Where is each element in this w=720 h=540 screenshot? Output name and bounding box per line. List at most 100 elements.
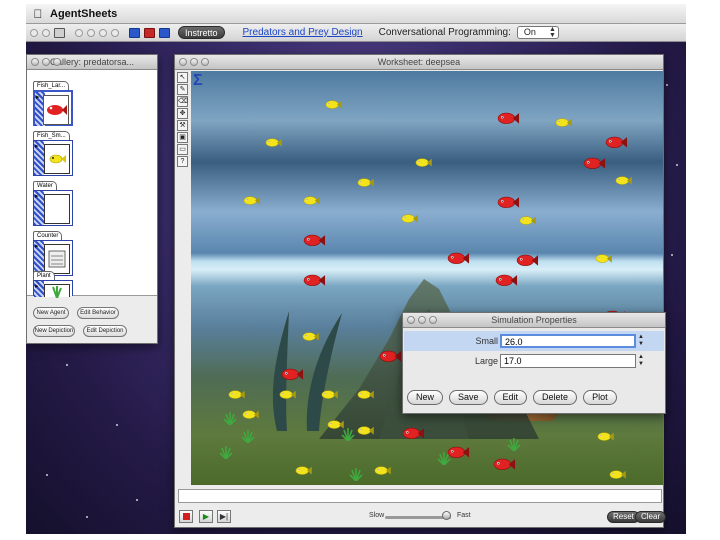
property-row-large[interactable]: Large 17.0 ▲ ▼ <box>404 351 664 371</box>
zoom-icon[interactable] <box>201 58 209 66</box>
agent-depiction[interactable]: ▸ <box>33 90 73 126</box>
step-icon[interactable]: ▶| <box>217 510 231 523</box>
pencil-tool-icon[interactable]: ✎ <box>177 84 188 95</box>
cut-icon[interactable] <box>75 28 83 37</box>
behavior-icon[interactable] <box>159 27 170 38</box>
large-fish-agent[interactable] <box>281 367 304 382</box>
small-fish-agent[interactable] <box>374 465 392 476</box>
large-fish-agent[interactable] <box>497 111 520 126</box>
property-value-field[interactable]: 17.0 <box>500 354 636 368</box>
plant-agent[interactable] <box>507 437 521 451</box>
zoom-icon[interactable] <box>429 316 437 324</box>
close-icon[interactable] <box>407 316 415 324</box>
copy-icon[interactable] <box>87 28 95 37</box>
sigma-icon[interactable]: Σ <box>193 72 203 90</box>
stop-icon[interactable] <box>179 510 193 523</box>
agent-depiction[interactable]: ▸ <box>33 140 73 176</box>
expand-arrow-icon[interactable]: ▸ <box>35 242 39 250</box>
property-row-small[interactable]: Small 26.0 ▲ ▼ <box>404 331 664 351</box>
expand-arrow-icon[interactable]: ▸ <box>35 142 39 150</box>
small-fish-agent[interactable] <box>597 431 615 442</box>
agent-depiction[interactable]: ▸ <box>33 190 73 226</box>
hammer-tool-icon[interactable]: ⚒ <box>177 120 188 131</box>
minimize-icon[interactable] <box>190 58 198 66</box>
instretto-button[interactable]: Instretto <box>178 26 225 39</box>
speed-slider[interactable] <box>385 516 451 519</box>
agent-water[interactable]: Water ▸ <box>33 181 77 226</box>
stepper-icon[interactable]: ▲ ▼ <box>638 334 646 348</box>
plant-agent[interactable] <box>341 427 355 441</box>
expand-arrow-icon[interactable]: ▸ <box>35 282 39 290</box>
minimize-icon[interactable] <box>42 58 50 66</box>
small-fish-agent[interactable] <box>279 389 297 400</box>
new-property-button[interactable]: New <box>407 390 444 405</box>
small-fish-agent[interactable] <box>595 253 613 264</box>
small-fish-agent[interactable] <box>243 195 261 206</box>
small-fish-agent[interactable] <box>295 465 313 476</box>
small-fish-agent[interactable] <box>357 177 375 188</box>
large-fish-agent[interactable] <box>497 195 520 210</box>
gallery-icon[interactable] <box>144 27 155 38</box>
worksheet-icon[interactable] <box>129 27 140 38</box>
apple-icon[interactable]:  <box>26 7 50 21</box>
large-fish-agent[interactable] <box>402 426 425 441</box>
save-icon[interactable] <box>54 27 65 38</box>
large-fish-agent[interactable] <box>516 253 539 268</box>
clear-button[interactable]: Clear <box>635 511 667 523</box>
large-fish-agent[interactable] <box>583 156 606 171</box>
small-fish-agent[interactable] <box>357 425 375 436</box>
large-fish-agent[interactable] <box>447 251 470 266</box>
small-fish-agent[interactable] <box>555 117 573 128</box>
save-property-button[interactable]: Save <box>449 390 488 405</box>
small-fish-agent[interactable] <box>615 175 633 186</box>
plant-agent[interactable] <box>219 445 233 459</box>
large-fish-agent[interactable] <box>303 273 326 288</box>
simulation-worksheet[interactable]: Σ <box>191 71 663 485</box>
new-depiction-button[interactable]: New Depiction <box>33 325 75 337</box>
arrow-tool-icon[interactable]: ↖ <box>177 72 188 83</box>
large-fish-agent[interactable] <box>379 349 402 364</box>
agent-fish-small[interactable]: Fish_Sm... ▸ <box>33 131 77 176</box>
undo-icon[interactable] <box>111 28 119 37</box>
small-fish-agent[interactable] <box>609 469 627 480</box>
paste-icon[interactable] <box>99 28 107 37</box>
move-tool-icon[interactable]: ✥ <box>177 108 188 119</box>
agent-depiction[interactable]: ▸ <box>33 280 73 299</box>
small-fish-agent[interactable] <box>303 195 321 206</box>
edit-depiction-button[interactable]: Edit Depiction <box>83 325 127 337</box>
app-menu[interactable]: AgentSheets <box>50 8 117 20</box>
large-fish-agent[interactable] <box>495 273 518 288</box>
plot-button[interactable]: Plot <box>583 390 617 405</box>
small-fish-agent[interactable] <box>325 99 343 110</box>
small-fish-agent[interactable] <box>265 137 283 148</box>
property-value-field[interactable]: 26.0 <box>500 334 636 348</box>
small-fish-agent[interactable] <box>242 409 260 420</box>
conversational-programming-select[interactable]: On ▲ ▼ <box>516 26 559 39</box>
project-link[interactable]: Predators and Prey Design <box>243 27 363 38</box>
folder-icon[interactable] <box>30 28 38 37</box>
gallery-titlebar[interactable]: Gallery: predatorsa... <box>27 55 157 70</box>
small-fish-agent[interactable] <box>302 331 320 342</box>
plant-agent[interactable] <box>437 451 451 465</box>
agent-fish-large[interactable]: Fish_Lar... ▸ <box>33 81 77 126</box>
select-tool-icon[interactable]: ▣ <box>177 132 188 143</box>
expand-arrow-icon[interactable]: ▸ <box>36 93 40 101</box>
large-fish-agent[interactable] <box>605 135 628 150</box>
zoom-icon[interactable] <box>53 58 61 66</box>
speed-slider-knob[interactable] <box>441 511 451 520</box>
close-icon[interactable] <box>31 58 39 66</box>
plant-agent[interactable] <box>241 429 255 443</box>
help-tool-icon[interactable]: ? <box>177 156 188 167</box>
open-icon[interactable] <box>42 28 50 37</box>
edit-behavior-button[interactable]: Edit Behavior <box>77 307 119 319</box>
new-agent-button[interactable]: New Agent <box>33 307 69 319</box>
large-fish-agent[interactable] <box>303 233 326 248</box>
small-fish-agent[interactable] <box>321 389 339 400</box>
small-fish-agent[interactable] <box>519 215 537 226</box>
stepper-icon[interactable]: ▲ ▼ <box>638 354 646 368</box>
simulation-properties-titlebar[interactable]: Simulation Properties <box>403 313 665 328</box>
small-fish-agent[interactable] <box>357 389 375 400</box>
plant-agent[interactable] <box>349 467 363 481</box>
small-fish-agent[interactable] <box>415 157 433 168</box>
edit-property-button[interactable]: Edit <box>493 390 528 405</box>
